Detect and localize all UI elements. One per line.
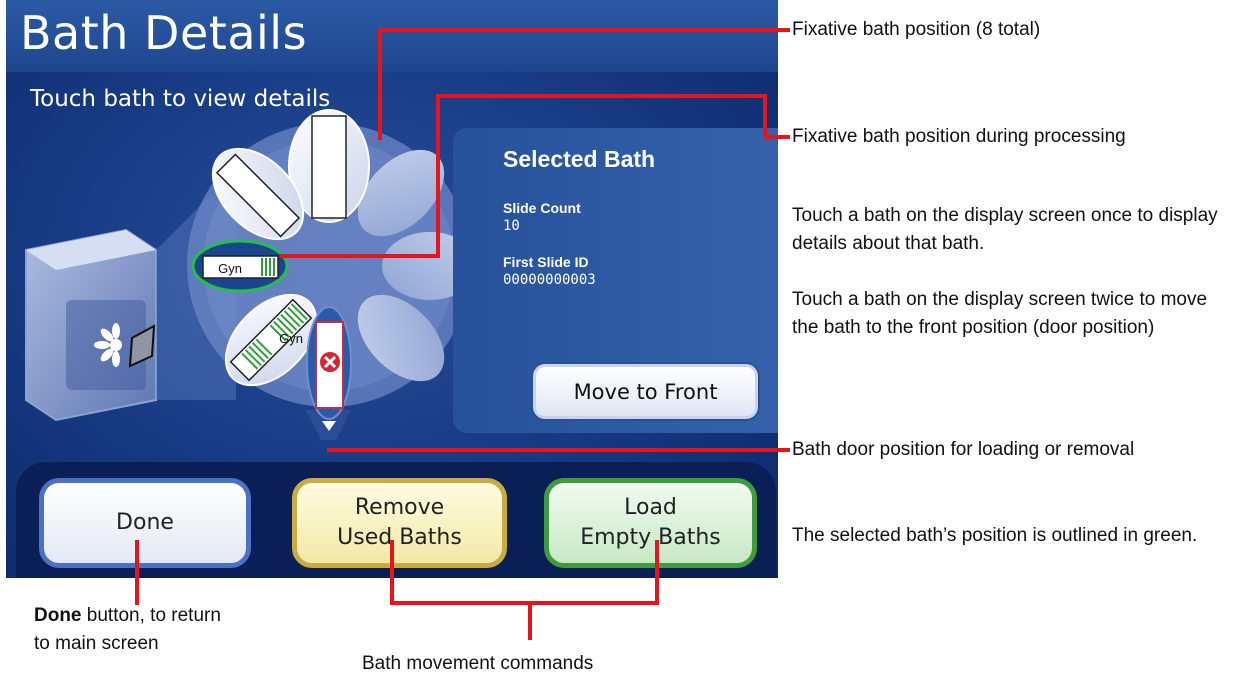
callout-line-movement	[390, 540, 659, 605]
callout-processing-position: Fixative bath position during processing	[792, 126, 1126, 147]
callout-line-processing	[280, 94, 790, 258]
callout-touch-twice: Touch a bath on the display screen twice…	[792, 289, 1208, 338]
callout-touch-once: Touch a bath on the display screen once …	[792, 205, 1218, 254]
callout-done-button: Done button, to return to main screen	[34, 602, 229, 658]
callout-line-fixative	[378, 28, 790, 140]
callout-fixative-position: Fixative bath position (8 total)	[792, 19, 1041, 40]
callout-movement-commands: Bath movement commands	[362, 653, 594, 674]
callout-door-position: Bath door position for loading or remova…	[792, 439, 1135, 460]
callout-lines	[135, 28, 790, 640]
callout-done-bold: Done	[34, 605, 82, 626]
callout-outlined-green: The selected bath’s position is outlined…	[792, 525, 1198, 546]
